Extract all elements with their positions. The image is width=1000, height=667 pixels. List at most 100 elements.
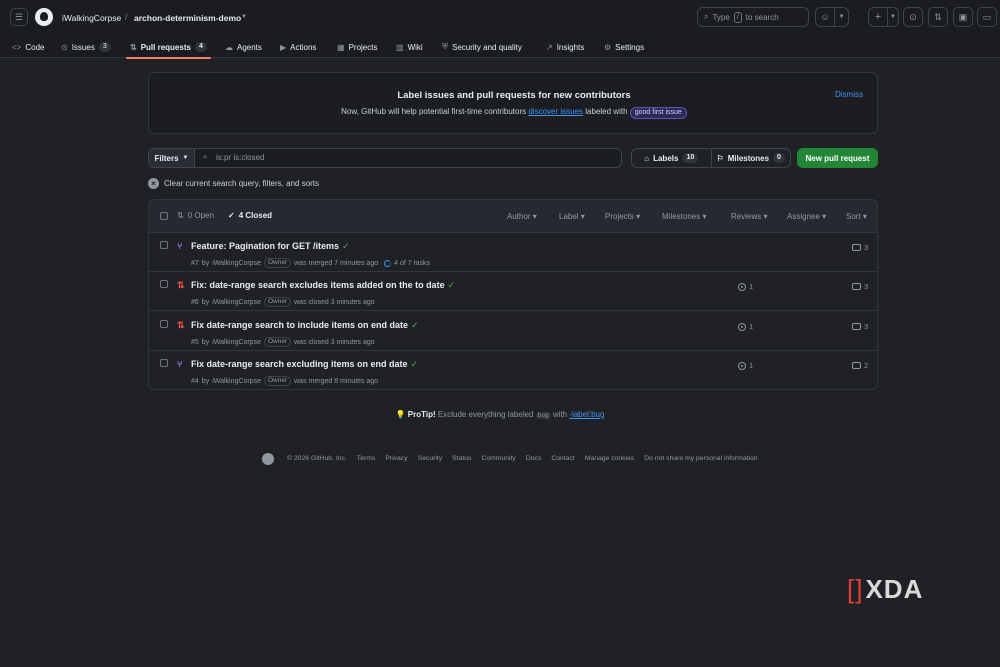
comments-link[interactable]: 3 — [852, 243, 868, 252]
linked-issues-link[interactable]: 1 — [738, 361, 753, 370]
labels-label: Labels — [653, 153, 679, 163]
closed-filter-link[interactable]: ✓ 4 Closed — [228, 211, 272, 220]
owner-badge: Owner — [263, 258, 292, 268]
menu-icon[interactable]: ☰ — [10, 8, 28, 26]
github-logo-icon[interactable] — [35, 8, 53, 26]
labels-button[interactable]: ⌂ Labels 10 — [632, 149, 711, 167]
tab-agents[interactable]: ☁ Agents — [225, 36, 262, 58]
footer-link-do-not-share[interactable]: Do not share my personal information — [644, 455, 757, 462]
row-checkbox[interactable] — [160, 320, 168, 328]
pull-request-title[interactable]: Fix: date-range search excludes items ad… — [191, 280, 455, 291]
tab-settings[interactable]: ⚙ Settings — [604, 36, 644, 58]
pull-request-title[interactable]: Fix date-range search excluding items on… — [191, 359, 418, 370]
linked-issues-link[interactable]: 1 — [738, 282, 753, 291]
comments-link[interactable]: 3 — [852, 282, 868, 291]
pull-request-row[interactable]: ⑂ Feature: Pagination for GET /items ✓ #7… — [149, 233, 877, 272]
discover-issues-link[interactable]: discover issues — [528, 107, 583, 116]
global-search-input[interactable]: ⌕ Type / to search — [697, 7, 809, 27]
footer-link-contact[interactable]: Contact — [551, 455, 574, 462]
clear-filters-link[interactable]: × Clear current search query, filters, a… — [148, 178, 319, 189]
tab-label: Code — [25, 42, 45, 52]
check-icon: ✓ — [342, 241, 350, 251]
pull-request-row[interactable]: ⇅ Fix date-range search to include items… — [149, 312, 877, 351]
row-checkbox[interactable] — [160, 241, 168, 249]
milestones-button[interactable]: ⚐ Milestones 0 — [710, 149, 791, 167]
tab-label: Security and quality — [452, 42, 522, 52]
tab-label: Actions — [290, 42, 317, 52]
pull-request-title[interactable]: Feature: Pagination for GET /items ✓ — [191, 241, 350, 252]
filter-query-input[interactable]: is:pr is:closed — [216, 153, 264, 162]
repo-owner-link[interactable]: iWalkingCorpse — [62, 13, 121, 23]
footer-link-terms[interactable]: Terms — [357, 455, 376, 462]
task-progress-text[interactable]: 4 of 7 tasks — [394, 260, 430, 267]
author-filter[interactable]: Author ▾ — [507, 212, 537, 221]
tab-label: Projects — [348, 42, 378, 52]
projects-filter[interactable]: Projects ▾ — [605, 212, 640, 221]
plus-icon[interactable]: + — [868, 7, 888, 27]
author-link[interactable]: iWalkingCorpse — [212, 339, 261, 346]
repo-dropdown-chevron-icon[interactable]: ▼ — [241, 14, 247, 20]
linked-issues-link[interactable]: 1 — [738, 322, 753, 331]
comments-link[interactable]: 3 — [852, 322, 868, 331]
footer-link-manage-cookies[interactable]: Manage cookies — [585, 455, 635, 462]
github-logo-icon[interactable] — [262, 452, 274, 465]
tab-issues[interactable]: ⊙ Issues 3 — [61, 36, 111, 58]
filters-button[interactable]: Filters ▼ — [149, 149, 195, 167]
owner-badge: Owner — [263, 337, 292, 347]
protip-code: bug — [535, 412, 551, 419]
tab-actions[interactable]: ▶ Actions — [280, 36, 316, 58]
author-link[interactable]: iWalkingCorpse — [212, 299, 261, 306]
git-pull-request-closed-icon: ⇅ — [177, 320, 185, 330]
banner-text: Now, GitHub will help potential first-ti… — [149, 107, 879, 119]
good-first-issue-label[interactable]: good first issue — [629, 107, 687, 119]
sort-dropdown[interactable]: Sort ▾ — [846, 212, 867, 221]
footer-link-privacy[interactable]: Privacy — [385, 455, 407, 462]
pull-request-number: #4 — [191, 377, 199, 385]
select-all-checkbox[interactable] — [160, 212, 168, 220]
light-bulb-icon: 💡 — [395, 410, 406, 419]
comments-count: 3 — [864, 243, 869, 252]
issue-opened-icon: ⊙ — [61, 42, 68, 52]
pull-request-row[interactable]: ⑂ Fix date-range search excluding items … — [149, 351, 877, 389]
milestones-filter[interactable]: Milestones ▾ — [662, 212, 707, 221]
search-prefix: Type — [712, 12, 730, 22]
dismiss-button[interactable]: Dismiss — [835, 90, 863, 99]
author-link[interactable]: iWalkingCorpse — [212, 378, 261, 385]
footer-link-docs[interactable]: Docs — [526, 455, 542, 462]
create-dropdown-chevron-icon[interactable]: ▼ — [887, 7, 899, 27]
tab-code[interactable]: <> Code — [12, 36, 44, 58]
pull-request-meta: #6 by iWalkingCorpse Owner was closed 3 … — [191, 297, 375, 307]
new-pull-request-button[interactable]: New pull request — [797, 148, 878, 168]
label-filter[interactable]: Label ▾ — [559, 212, 585, 221]
author-link[interactable]: iWalkingCorpse — [212, 260, 261, 267]
row-checkbox[interactable] — [160, 359, 168, 367]
tab-wiki[interactable]: ▥ Wiki — [396, 36, 423, 58]
footer-link-community[interactable]: Community — [481, 455, 515, 462]
tab-counter: 4 — [194, 42, 207, 52]
inbox-icon[interactable]: ▭ — [977, 7, 997, 27]
repo-name-link[interactable]: archon-determinism-demo — [134, 13, 241, 23]
footer-link-status[interactable]: Status — [452, 455, 471, 462]
tab-security[interactable]: ⛨ Security and quality — [442, 36, 522, 58]
copilot-dropdown-chevron-icon[interactable]: ▼ — [834, 7, 849, 27]
code-icon: <> — [12, 42, 22, 52]
open-filter-link[interactable]: ⇅ 0 Open — [177, 211, 214, 220]
reviews-filter[interactable]: Reviews ▾ — [731, 212, 767, 221]
comments-link[interactable]: 2 — [852, 361, 868, 370]
agent-icon: ☁ — [225, 42, 233, 52]
protip-link[interactable]: -label:bug — [569, 410, 604, 419]
row-checkbox[interactable] — [160, 280, 168, 288]
tab-projects[interactable]: ▦ Projects — [337, 36, 377, 58]
copilot-icon[interactable]: ☺ — [815, 7, 835, 27]
footer-link-security[interactable]: Security — [418, 455, 443, 462]
pull-request-number: #7 — [191, 259, 199, 267]
pull-request-row[interactable]: ⇅ Fix: date-range search excludes items … — [149, 272, 877, 311]
tab-pull-requests[interactable]: ⇅ Pull requests 4 — [126, 36, 211, 59]
pull-request-title[interactable]: Fix date-range search to include items o… — [191, 320, 419, 331]
issues-icon[interactable]: ⊙ — [903, 7, 923, 27]
assignee-filter[interactable]: Assignee ▾ — [787, 212, 826, 221]
comments-count: 3 — [864, 322, 869, 331]
tab-insights[interactable]: ↗ Insights — [546, 36, 584, 58]
repositories-icon[interactable]: ▣ — [953, 7, 973, 27]
pull-requests-icon[interactable]: ⇅ — [928, 7, 948, 27]
